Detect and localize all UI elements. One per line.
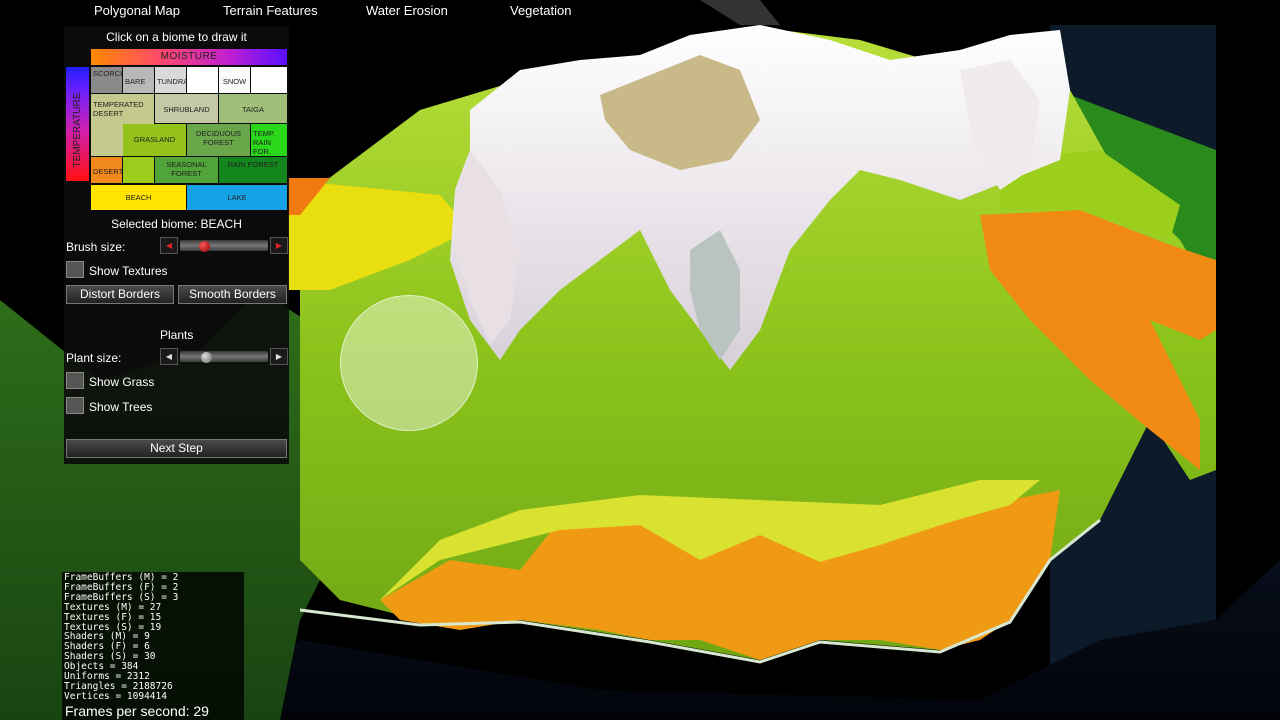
show-trees-checkbox[interactable] bbox=[66, 397, 84, 414]
panel-title: Click on a biome to draw it bbox=[106, 30, 247, 44]
biome-snow-2[interactable] bbox=[251, 67, 287, 93]
biome-bare[interactable]: BARE bbox=[123, 67, 154, 93]
biome-temperate-rain-forest[interactable]: TEMP. RAIN FOR. bbox=[251, 124, 287, 156]
biome-label: BEACH bbox=[125, 193, 152, 202]
slider-knob[interactable] bbox=[199, 241, 211, 252]
biome-scorched[interactable]: SCORCHED bbox=[91, 67, 136, 93]
moisture-axis: MOISTURE bbox=[91, 49, 287, 65]
biome-label: SHRUBLAND bbox=[163, 105, 210, 114]
show-grass-label: Show Grass bbox=[89, 375, 155, 389]
stats-line: Vertices = 1094414 bbox=[64, 690, 167, 702]
tab-water-erosion[interactable]: Water Erosion bbox=[366, 3, 448, 18]
biome-label: SEASONAL FOREST bbox=[166, 160, 207, 178]
slider-knob[interactable] bbox=[200, 352, 212, 363]
show-textures-label: Show Textures bbox=[89, 264, 168, 278]
next-step-button[interactable]: Next Step bbox=[66, 439, 287, 458]
biome-label: LAKE bbox=[227, 193, 247, 202]
show-grass-checkbox[interactable] bbox=[66, 372, 84, 389]
tab-polygonal-map[interactable]: Polygonal Map bbox=[94, 3, 180, 18]
biome-rain-forest[interactable]: RAIN FOREST bbox=[219, 157, 287, 183]
tab-terrain-features[interactable]: Terrain Features bbox=[223, 3, 318, 18]
biome-shrubland[interactable]: SHRUBLAND bbox=[155, 94, 218, 123]
biome-label: TEMP. RAIN FOR. bbox=[253, 129, 275, 156]
biome-label: GRASLAND bbox=[133, 135, 176, 144]
biome-label: DESERT bbox=[93, 167, 124, 176]
biome-label: BARE bbox=[125, 77, 146, 86]
smooth-borders-button[interactable]: Smooth Borders bbox=[178, 285, 287, 304]
biome-deciduous-forest[interactable]: DECIDUOUS FOREST bbox=[187, 124, 250, 156]
biome-label: RAIN FOREST bbox=[227, 160, 279, 169]
brush-size-label: Brush size: bbox=[66, 240, 126, 254]
biome-snow-1[interactable] bbox=[187, 67, 218, 93]
biome-seasonal-forest[interactable]: SEASONAL FOREST bbox=[155, 157, 218, 183]
biome-beach[interactable]: BEACH bbox=[91, 185, 186, 210]
temperature-axis: TEMPERATURE bbox=[66, 67, 89, 181]
debug-stats: FrameBuffers (M) = 2 FrameBuffers (F) = 2… bbox=[62, 572, 244, 720]
biome-desert[interactable]: DESERT bbox=[91, 157, 124, 183]
arrow-right-icon[interactable]: ▶ bbox=[270, 237, 288, 254]
biome-tundra[interactable]: TUNDRA bbox=[155, 67, 189, 93]
biome-label: DECIDUOUS FOREST bbox=[195, 129, 241, 147]
top-menu: Polygonal Map Terrain Features Water Ero… bbox=[0, 0, 1280, 24]
selected-biome-text: Selected biome: BEACH bbox=[111, 217, 242, 231]
tab-vegetation[interactable]: Vegetation bbox=[510, 3, 571, 18]
slider-track[interactable] bbox=[180, 240, 268, 252]
arrow-left-icon[interactable]: ◀ bbox=[160, 237, 178, 254]
biome-label: TAIGA bbox=[242, 105, 264, 114]
distort-borders-button[interactable]: Distort Borders bbox=[66, 285, 174, 304]
arrow-right-icon[interactable]: ▶ bbox=[270, 348, 288, 365]
biome-grid: MOISTURE TEMPERATURE SCORCHED BARE TUNDR… bbox=[64, 49, 289, 239]
biome-taiga[interactable]: TAIGA bbox=[219, 94, 287, 123]
plant-size-slider[interactable]: ◀ ▶ bbox=[160, 348, 288, 365]
show-trees-label: Show Trees bbox=[89, 400, 153, 414]
stats-lines: FrameBuffers (M) = 2 FrameBuffers (F) = 2… bbox=[62, 572, 244, 702]
biome-label: TUNDRA bbox=[157, 77, 189, 86]
biome-label: TEMPERATED DESERT bbox=[93, 100, 144, 118]
temperature-label: TEMPERATURE bbox=[72, 92, 83, 168]
show-textures-checkbox[interactable] bbox=[66, 261, 84, 278]
biome-grassland[interactable]: GRASLAND bbox=[123, 124, 186, 156]
biome-panel: Click on a biome to draw it MOISTURE TEM… bbox=[64, 27, 289, 464]
plant-size-label: Plant size: bbox=[66, 351, 122, 365]
biome-label: SNOW bbox=[222, 77, 247, 86]
plants-heading: Plants bbox=[160, 328, 194, 342]
biome-grassland-2[interactable] bbox=[123, 157, 154, 183]
biome-lake[interactable]: LAKE bbox=[187, 185, 287, 210]
biome-snow[interactable]: SNOW bbox=[219, 67, 250, 93]
fps-counter: Frames per second: 29 bbox=[65, 703, 209, 719]
arrow-left-icon[interactable]: ◀ bbox=[160, 348, 178, 365]
brush-size-slider[interactable]: ◀ ▶ bbox=[160, 237, 288, 254]
slider-track[interactable] bbox=[180, 351, 268, 363]
brush-cursor bbox=[340, 295, 478, 431]
